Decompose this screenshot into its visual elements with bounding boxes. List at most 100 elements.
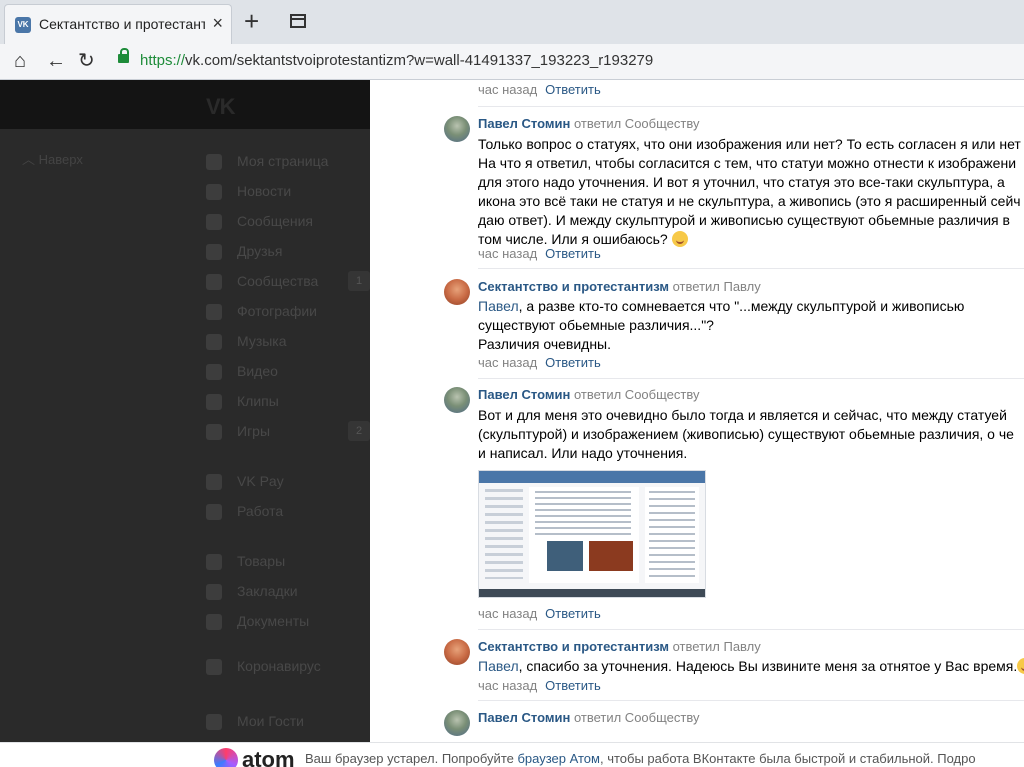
author-name-link[interactable]: Сектантство и протестантизм <box>478 639 669 654</box>
avatar[interactable] <box>444 710 470 736</box>
browser-tab[interactable]: VK Сектантство и протестантизм × <box>4 4 232 44</box>
back-icon[interactable]: ← <box>46 48 66 74</box>
clips-icon <box>206 394 222 410</box>
comment-meta: час назад Ответить <box>478 82 601 97</box>
friends-icon <box>206 244 222 260</box>
comment-line: Различия очевидны. <box>478 336 612 352</box>
sidebar-item-label: Клипы <box>237 393 279 409</box>
comment-author: Павел Стомин ответил Сообществу <box>478 116 699 131</box>
comment-text: Павел, а разве кто-то сомневается что ".… <box>478 297 1024 354</box>
home-icon[interactable]: ⌂ <box>14 48 26 74</box>
banner-text-end: , чтобы работа ВКонтакте была быстрой и … <box>599 751 976 766</box>
screenshot-photo <box>589 541 633 571</box>
briefcase-icon <box>206 504 222 520</box>
url-text: https://vk.com/sektantstvoiprotestantizm… <box>140 52 653 69</box>
sidebar-item-label: Видео <box>237 363 278 379</box>
author-name-link[interactable]: Сектантство и протестантизм <box>478 279 669 294</box>
sidebar-item-label: Коронавирус <box>237 658 321 674</box>
sidebar-item-label: Мои Гости <box>237 713 304 729</box>
sidebar-item-label: Сообщения <box>237 213 313 229</box>
screenshot-taskbar <box>479 589 705 597</box>
avatar[interactable] <box>444 116 470 142</box>
comment-divider <box>478 378 1024 379</box>
vk-logo-icon[interactable]: VK <box>206 94 236 120</box>
comment-text: Вот и для меня это очевидно было тогда и… <box>478 406 1024 463</box>
author-name-link[interactable]: Павел Стомин <box>478 387 570 402</box>
reply-link[interactable]: Ответить <box>545 606 601 621</box>
home-icon <box>206 154 222 170</box>
mention-link[interactable]: Павел <box>478 298 519 314</box>
reply-link[interactable]: Ответить <box>545 246 601 261</box>
screenshot-text-lines <box>535 491 631 535</box>
attached-screenshot-image[interactable] <box>478 470 706 598</box>
avatar[interactable] <box>444 387 470 413</box>
avatar[interactable] <box>444 639 470 665</box>
comment-line: и написал. Или надо уточнения. <box>478 445 688 461</box>
games-icon <box>206 424 222 440</box>
tab-title: Сектантство и протестантизм <box>39 16 205 32</box>
atom-browser-link[interactable]: браузер Атом <box>517 751 600 766</box>
atom-logo-icon <box>214 748 238 767</box>
author-name-link[interactable]: Павел Стомин <box>478 710 570 725</box>
screenshot-header <box>479 471 705 483</box>
comment-time: час назад <box>478 246 538 261</box>
chevron-up-icon: ︿ <box>22 152 39 167</box>
comment-author: Павел Стомин ответил Сообществу <box>478 387 699 402</box>
reply-link[interactable]: Ответить <box>545 82 601 97</box>
sidebar-item-label: VK Pay <box>237 473 284 489</box>
comment-time: час назад <box>478 606 538 621</box>
tabs-overview-icon[interactable] <box>290 14 306 28</box>
music-icon <box>206 334 222 350</box>
vk-sidebar: ︿ Наверх Моя страница Новости Сообщения … <box>0 129 370 742</box>
sidebar-item-label: Новости <box>237 183 292 199</box>
virus-icon <box>206 659 222 675</box>
comments-panel: час назад Ответить Павел Стомин ответил С… <box>370 80 1024 742</box>
comment-text: Павел, спасибо за уточнения. Надеюсь Вы … <box>478 657 1024 676</box>
avatar[interactable] <box>444 279 470 305</box>
sidebar-item-label: Фотографии <box>237 303 318 319</box>
browser-outdated-banner: atom Ваш браузер устарел. Попробуйте бра… <box>0 742 1024 767</box>
author-name-link[interactable]: Павел Стомин <box>478 116 570 131</box>
mention-link[interactable]: Павел <box>478 658 519 674</box>
author-action: ответил Павлу <box>672 279 761 294</box>
vk-favicon-icon: VK <box>15 17 31 33</box>
reply-link[interactable]: Ответить <box>545 678 601 693</box>
url-field[interactable]: https://vk.com/sektantstvoiprotestantizm… <box>108 48 1024 76</box>
messages-icon <box>206 214 222 230</box>
author-action: ответил Сообществу <box>573 116 700 131</box>
sidebar-item-label: Товары <box>237 553 286 569</box>
comment-divider <box>478 268 1024 269</box>
comment-meta: час назад Ответить <box>478 606 601 621</box>
atom-brand: atom <box>242 747 295 767</box>
new-tab-icon[interactable]: + <box>244 6 259 36</box>
comment-divider <box>478 106 1024 107</box>
counter-badge: 1 <box>348 271 370 291</box>
scroll-top-link[interactable]: ︿ Наверх <box>22 149 83 168</box>
comment-line: том числе. Или я ошибаюсь? <box>478 231 668 247</box>
comment-line: , спасибо за уточнения. Надеюсь Вы извин… <box>518 658 1018 674</box>
url-protocol: https:// <box>140 52 186 69</box>
smile-emoji-icon <box>671 231 688 247</box>
comment-author: Павел Стомин ответил Сообществу <box>478 710 699 725</box>
comment-line: (скульптурой) и изображением (живописью)… <box>478 426 1014 442</box>
screenshot-photo <box>547 541 583 571</box>
browser-tab-bar: VK Сектантство и протестантизм × + <box>0 0 1024 44</box>
banner-text-start: Ваш браузер устарел. Попробуйте <box>305 751 518 766</box>
sidebar-item-label: Закладки <box>237 583 298 599</box>
screenshot-sidebar <box>485 489 523 579</box>
reply-link[interactable]: Ответить <box>545 355 601 370</box>
camera-icon <box>206 304 222 320</box>
comment-meta: час назад Ответить <box>478 246 601 261</box>
screenshot-right-lines <box>649 491 695 577</box>
tab-close-icon[interactable]: × <box>212 13 223 33</box>
vkpay-icon <box>206 474 222 490</box>
comment-line: даю ответ). И между скульптурой и живопи… <box>478 212 1010 228</box>
sidebar-item-label: Игры <box>237 423 271 439</box>
reload-icon[interactable]: ↻ <box>78 48 95 74</box>
apps-icon <box>206 714 222 730</box>
comment-divider <box>478 629 1024 630</box>
sidebar-item-label: Работа <box>237 503 284 519</box>
address-bar: ⌂ ← ↻ https://vk.com/sektantstvoiprotest… <box>0 44 1024 80</box>
comment-line: для этого надо уточнения. И вот я уточни… <box>478 174 1005 190</box>
comment-meta: час назад Ответить <box>478 678 601 693</box>
